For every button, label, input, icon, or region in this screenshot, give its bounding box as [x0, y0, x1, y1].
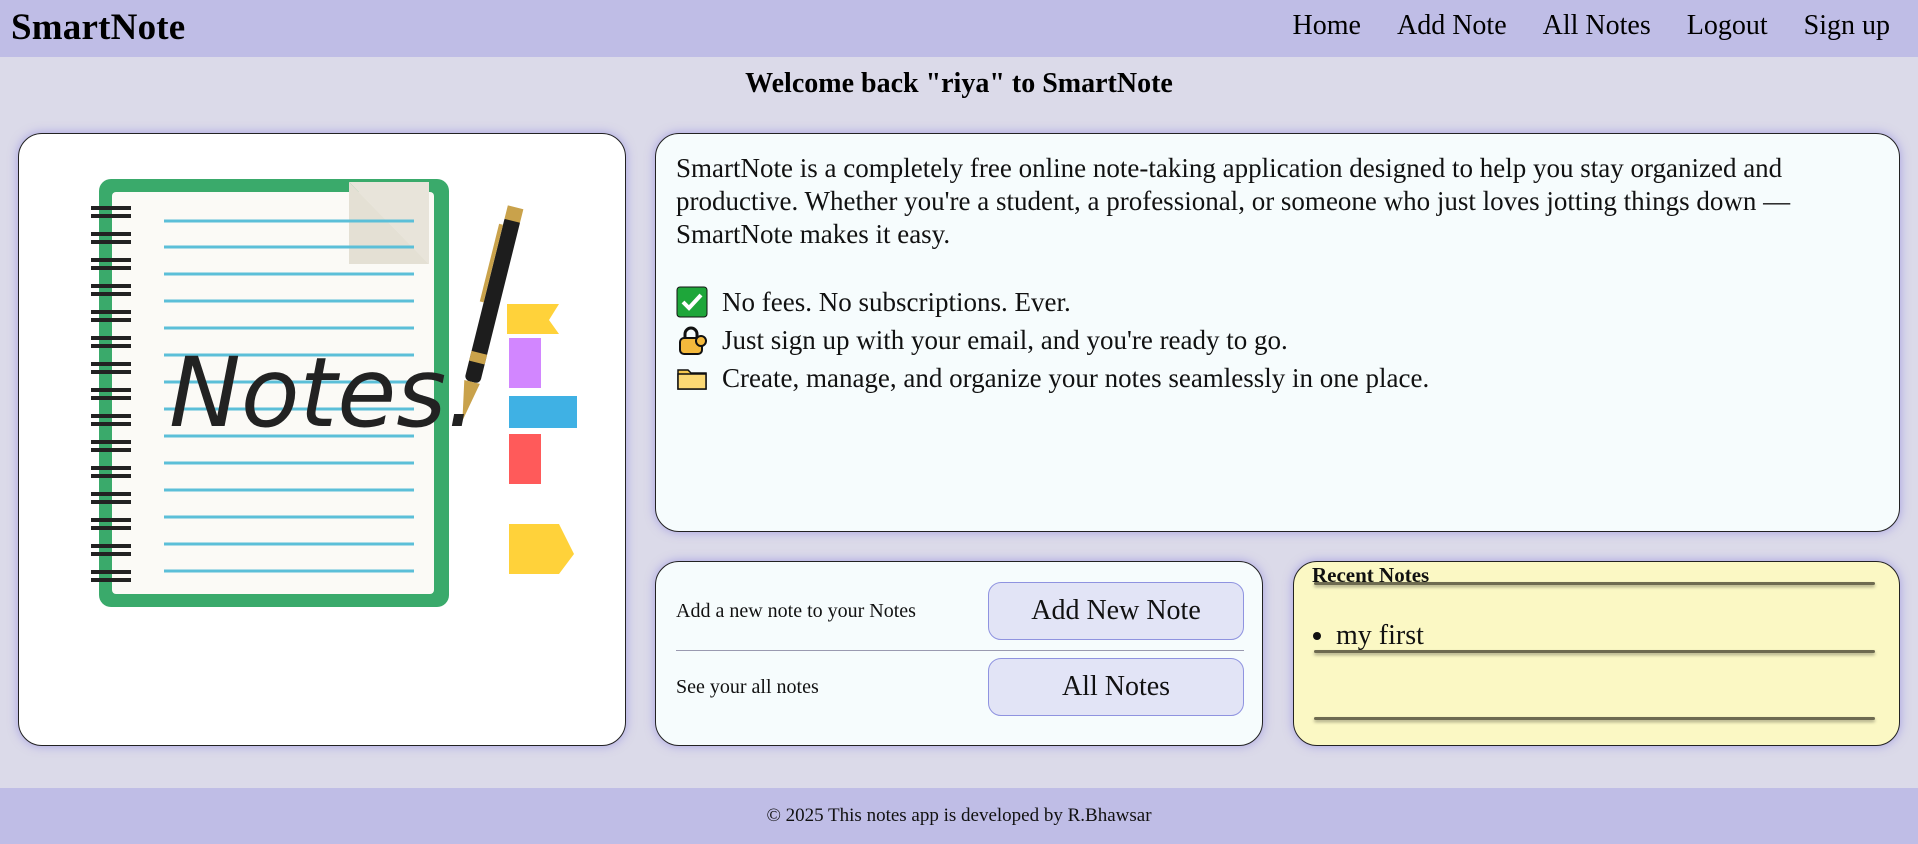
brand-logo[interactable]: SmartNote	[11, 6, 185, 49]
feature-item: No fees. No subscriptions. Ever.	[676, 283, 1879, 321]
add-note-row: Add a new note to your Notes Add New Not…	[676, 576, 1244, 646]
nav-add-note[interactable]: Add Note	[1397, 10, 1507, 42]
add-new-note-button[interactable]: Add New Note	[988, 582, 1244, 640]
all-notes-button[interactable]: All Notes	[988, 658, 1244, 716]
notebook-illustration-icon: Notes.	[91, 179, 577, 607]
lock-icon	[676, 324, 708, 356]
recent-note-item[interactable]: my first	[1336, 620, 1424, 652]
ruled-line	[1314, 717, 1875, 720]
recent-notes-list: my first	[1336, 620, 1424, 652]
actions-card: Add a new note to your Notes Add New Not…	[655, 561, 1263, 746]
nav-signup[interactable]: Sign up	[1804, 10, 1890, 42]
add-note-label: Add a new note to your Notes	[676, 599, 916, 622]
info-description: SmartNote is a completely free online no…	[676, 153, 1791, 249]
nav-home[interactable]: Home	[1293, 10, 1361, 42]
feature-text: No fees. No subscriptions. Ever.	[722, 287, 1071, 317]
check-icon	[676, 286, 708, 318]
all-notes-row: See your all notes All Notes	[676, 650, 1244, 723]
nav-logout[interactable]: Logout	[1687, 10, 1768, 42]
notebook-image-card: Notes.	[18, 133, 626, 746]
recent-notes-card: Recent Notes my first	[1293, 561, 1900, 746]
info-card: SmartNote is a completely free online no…	[655, 133, 1900, 532]
notebook-title: Notes.	[169, 337, 477, 449]
navbar: SmartNote Home Add Note All Notes Logout…	[0, 0, 1918, 57]
welcome-heading: Welcome back "riya" to SmartNote	[745, 68, 1173, 99]
nav-links: Home Add Note All Notes Logout Sign up	[1293, 10, 1890, 42]
folder-icon	[676, 362, 708, 394]
nav-all-notes[interactable]: All Notes	[1543, 10, 1651, 42]
feature-item: Just sign up with your email, and you're…	[676, 321, 1879, 359]
feature-text: Create, manage, and organize your notes …	[722, 363, 1430, 393]
feature-item: Create, manage, and organize your notes …	[676, 359, 1879, 397]
feature-list: No fees. No subscriptions. Ever. Just si…	[676, 283, 1879, 397]
all-notes-label: See your all notes	[676, 675, 819, 698]
feature-text: Just sign up with your email, and you're…	[722, 325, 1288, 355]
footer: © 2025 This notes app is developed by R.…	[0, 788, 1918, 844]
ruled-line	[1314, 582, 1875, 585]
